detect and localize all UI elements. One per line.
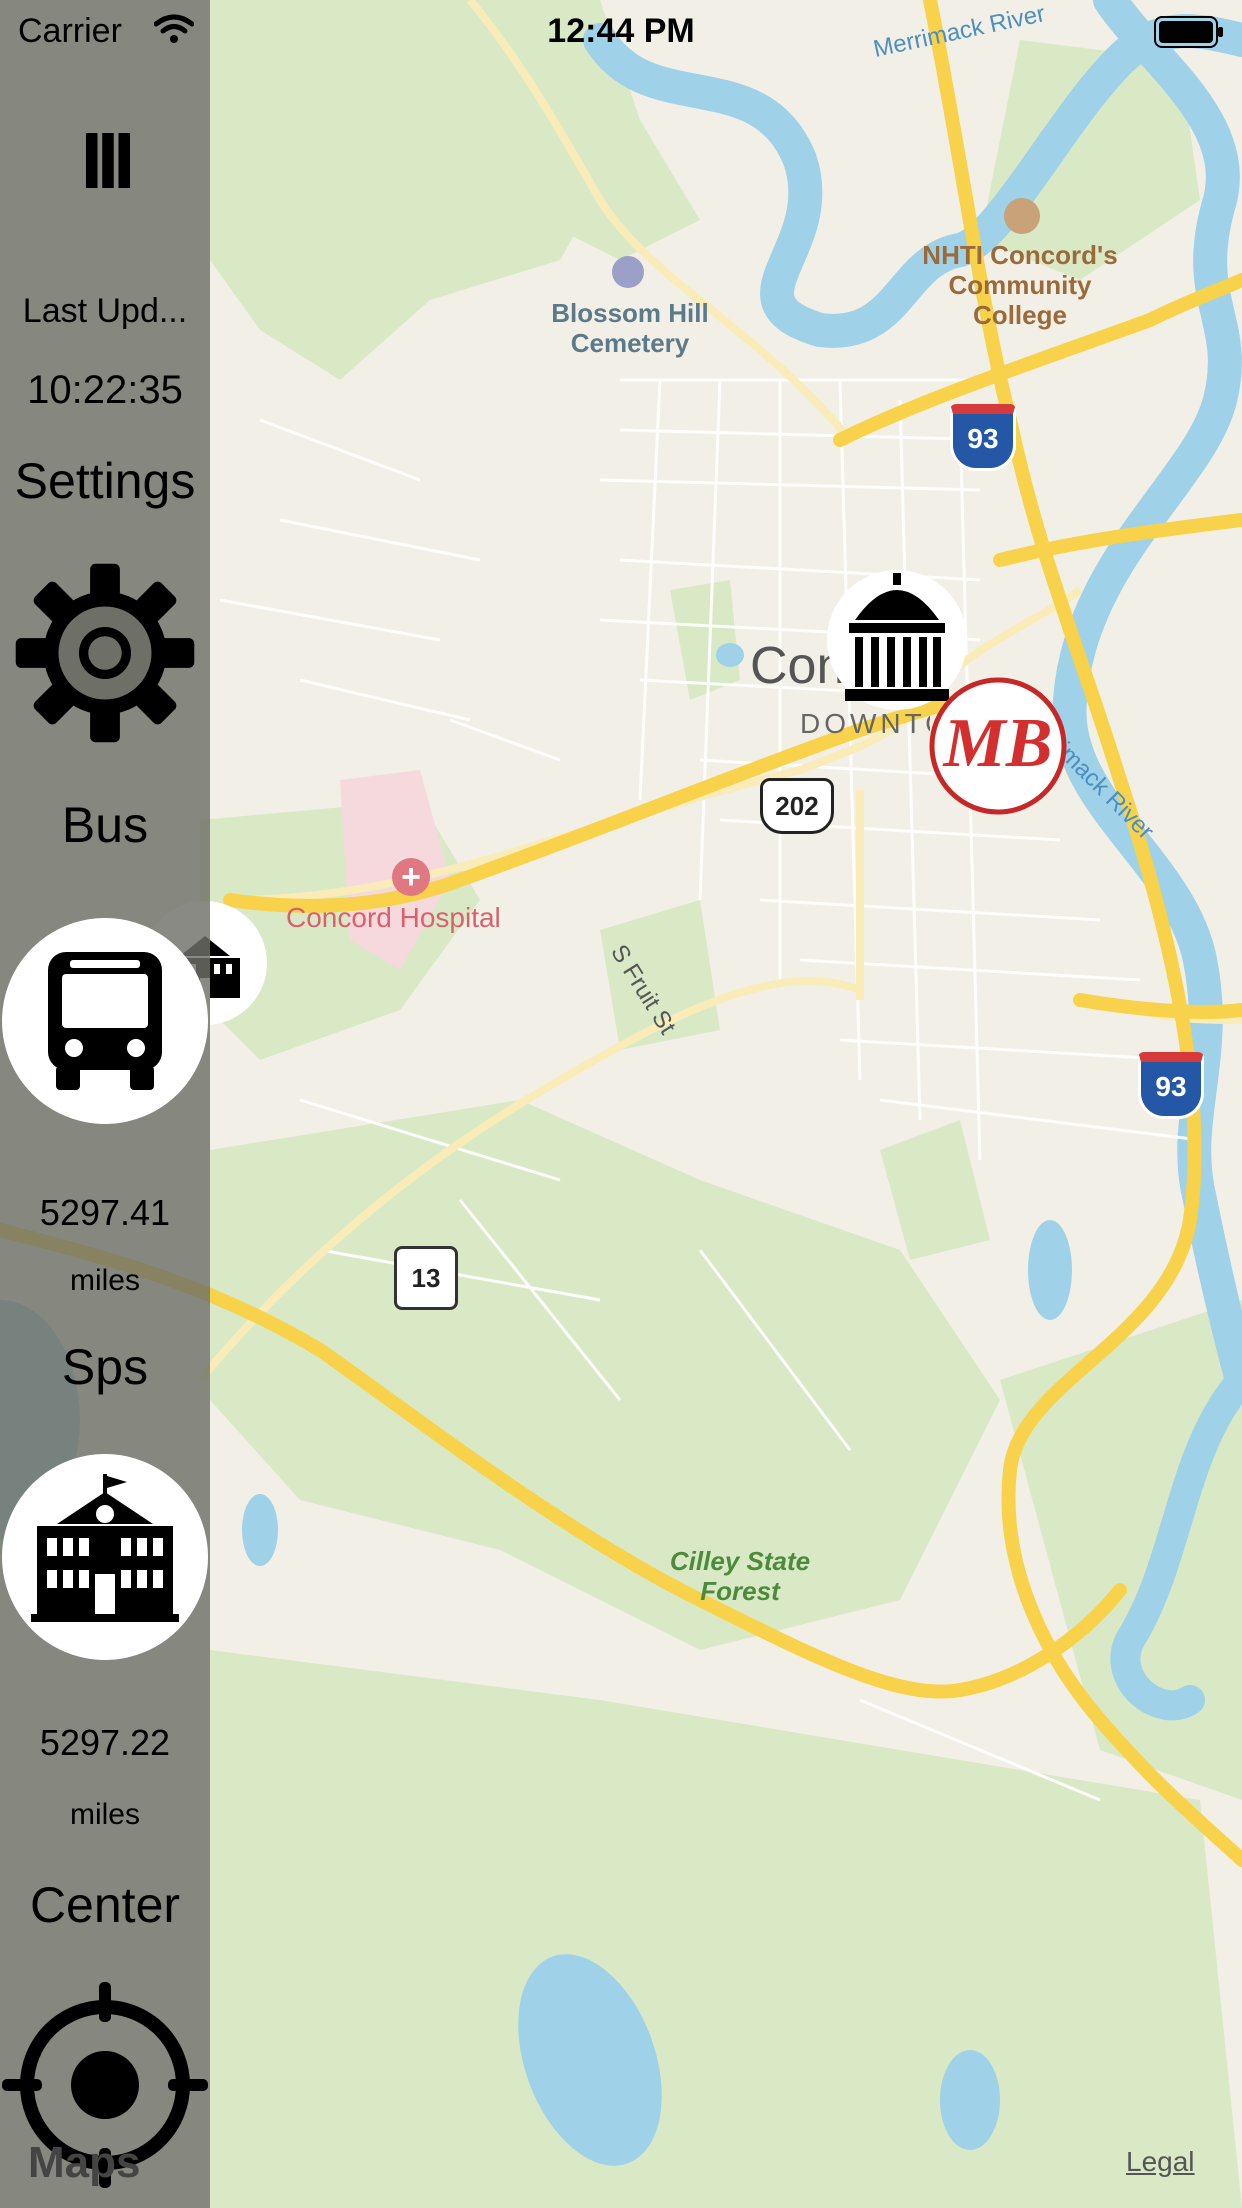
forest-label: Cilley State Forest [669, 1546, 811, 1606]
bus-label: Bus [61, 797, 149, 853]
route-13-shield: 13 [394, 1246, 458, 1310]
settings-label[interactable]: Settings [0, 452, 210, 510]
sps-distance-unit: miles [69, 1798, 140, 1831]
clock: 12:44 PM [547, 12, 695, 50]
sps-label: Sps [61, 1339, 149, 1395]
menu-icon[interactable]: III [0, 115, 210, 207]
school-icon [31, 1474, 179, 1622]
college-pin-icon [1004, 198, 1040, 234]
hospital-pin-icon: + [392, 858, 430, 896]
college-label: NHTI Concord's Community College [922, 240, 1118, 330]
route-93b-shield: 93 [1138, 1052, 1204, 1119]
sps-distance: 5297.22 [39, 1722, 171, 1763]
gear-icon[interactable] [12, 560, 198, 746]
hospital-label: Concord Hospital [286, 902, 501, 933]
last-update-time: 10:22:35 [27, 368, 183, 412]
route-93a-shield: 93 [950, 404, 1016, 471]
route-202-shield: 202 [760, 778, 834, 834]
cemetery-label: Blossom Hill Cemetery [551, 298, 709, 358]
bus-distance: 5297.41 [39, 1192, 171, 1233]
maps-attribution: Maps [28, 2138, 141, 2187]
sps-button[interactable] [2, 1454, 208, 1660]
market-basket-logo[interactable]: MB [928, 676, 1068, 816]
bus-icon [48, 952, 162, 1090]
bus-button[interactable] [2, 918, 208, 1124]
last-update-label: Last Upd... [22, 292, 188, 330]
status-bar: Carrier 12:44 PM [0, 0, 1242, 60]
center-label[interactable]: Center [0, 1876, 210, 1934]
legal-link[interactable]: Legal [1126, 2146, 1195, 2178]
bus-distance-unit: miles [69, 1264, 140, 1297]
battery-icon [1154, 16, 1223, 48]
sidebar-panel: III Last Upd... 10:22:35 Settings Bus 52… [0, 0, 210, 2208]
svg-text:MB: MB [943, 705, 1053, 782]
cemetery-pin-icon [612, 256, 644, 288]
